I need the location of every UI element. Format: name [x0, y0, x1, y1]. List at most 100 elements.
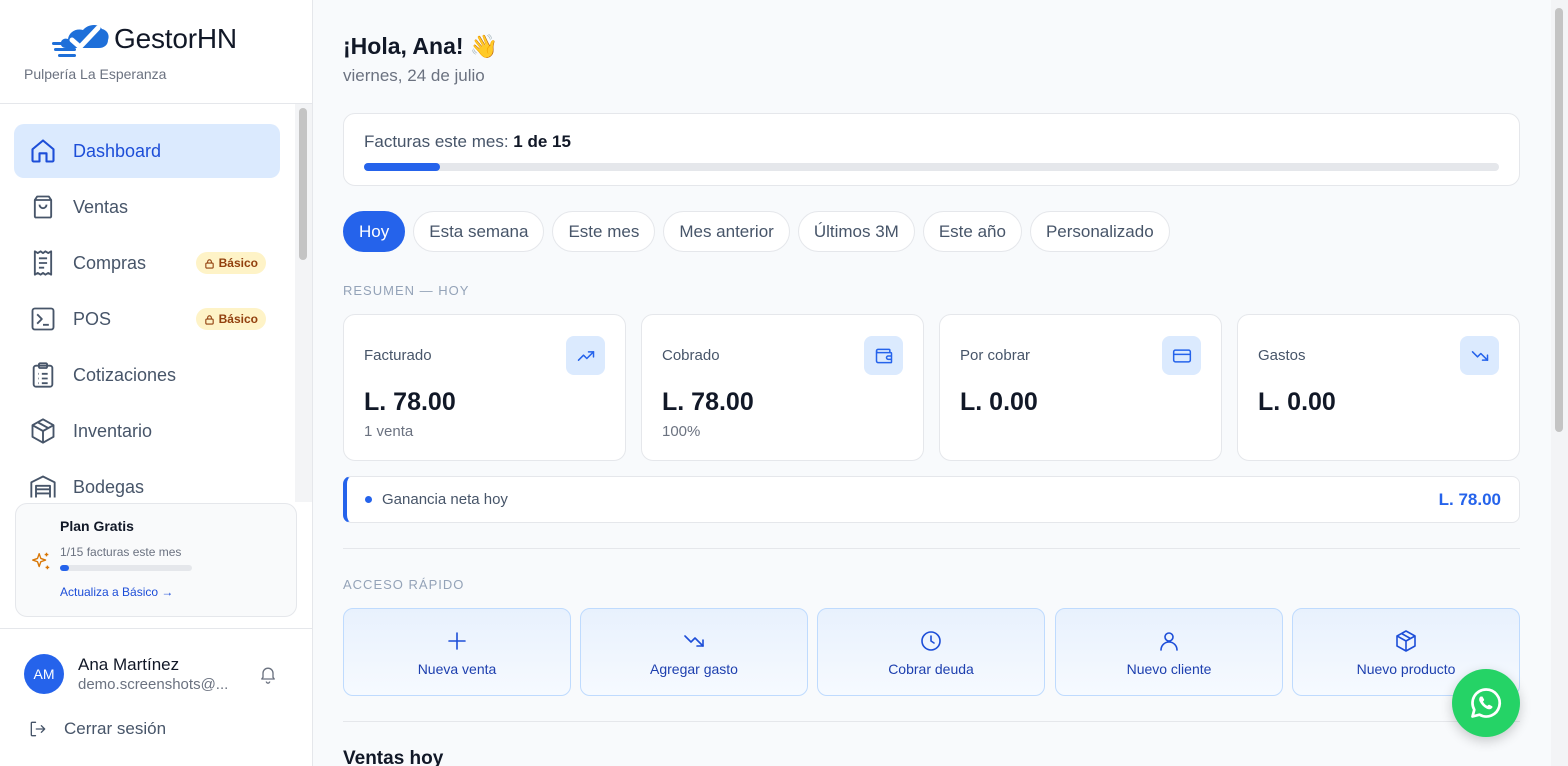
upgrade-link[interactable]: Actualiza a Básico → — [60, 585, 284, 599]
tab-mes-anterior[interactable]: Mes anterior — [663, 211, 790, 252]
net-profit-bar: Ganancia neta hoy L. 78.00 — [343, 476, 1520, 523]
plan-title: Plan Gratis — [60, 518, 134, 534]
business-name: Pulpería La Esperanza — [24, 66, 167, 82]
sidebar-item-pos[interactable]: POS Básico — [14, 292, 280, 346]
plan-progress-fill — [60, 565, 69, 571]
lock-icon — [204, 314, 214, 325]
stat-card-cobrado[interactable]: Cobrado L. 78.00 100% — [641, 314, 924, 461]
sidebar-item-label: POS — [73, 308, 112, 329]
shopping-bag-icon — [28, 192, 58, 222]
clock-icon — [921, 631, 941, 651]
clipboard-list-icon — [28, 360, 58, 390]
stat-value: L. 78.00 — [662, 388, 754, 416]
tab-este-ano[interactable]: Este año — [922, 211, 1022, 252]
brand-name: GestorHN — [114, 23, 237, 54]
plan-badge: Básico — [195, 308, 266, 330]
sidebar-nav: Dashboard Ventas Compras Básico POS Bási… — [0, 104, 296, 502]
lock-icon — [204, 258, 214, 269]
tab-este-mes[interactable]: Este mes — [552, 211, 656, 252]
stat-sub: 100% — [662, 423, 701, 440]
avatar[interactable]: AM — [24, 654, 64, 694]
stat-title: Cobrado — [662, 347, 720, 364]
status-dot — [365, 496, 372, 503]
quick-label: Agregar gasto — [650, 661, 738, 677]
receipt-icon — [28, 248, 58, 278]
page-scrollbar[interactable] — [1551, 0, 1568, 766]
quick-label: Nuevo producto — [1356, 661, 1456, 677]
user-email: demo.screenshots@... — [78, 676, 229, 693]
bell-icon[interactable] — [258, 664, 278, 684]
stat-card-facturado[interactable]: Facturado L. 78.00 1 venta — [343, 314, 626, 461]
sidebar-scrollbar[interactable] — [295, 104, 312, 502]
quick-new-sale-button[interactable]: Nueva venta — [343, 608, 571, 696]
net-profit-label: Ganancia neta hoy — [382, 491, 508, 508]
quick-label: Cobrar deuda — [888, 661, 974, 677]
user-icon — [1160, 632, 1178, 651]
sidebar-item-label: Inventario — [73, 420, 153, 441]
stat-card-gastos[interactable]: Gastos L. 0.00 — [1237, 314, 1520, 461]
stat-title: Por cobrar — [960, 347, 1031, 364]
quick-new-client-button[interactable]: Nuevo cliente — [1055, 608, 1283, 696]
package-icon — [28, 416, 58, 446]
stat-card-por-cobrar[interactable]: Por cobrar L. 0.00 — [939, 314, 1222, 461]
logout-label: Cerrar sesión — [64, 719, 167, 738]
whatsapp-icon — [1471, 688, 1502, 718]
sidebar-scroll-thumb[interactable] — [299, 108, 307, 260]
plan-card: Plan Gratis 1/15 facturas este mes Actua… — [15, 503, 297, 617]
logo-icon — [52, 24, 109, 57]
logo[interactable]: GestorHN — [52, 18, 288, 60]
page-scroll-thumb[interactable] — [1555, 8, 1563, 432]
quota-value: 1 de 15 — [513, 132, 571, 151]
tab-personalizado[interactable]: Personalizado — [1029, 211, 1170, 252]
trending-down-icon — [684, 635, 704, 647]
summary-section-label: RESUMEN — HOY — [343, 283, 470, 298]
badge-label: Básico — [218, 256, 258, 270]
package-icon — [1396, 630, 1416, 652]
sidebar-item-compras[interactable]: Compras Básico — [14, 236, 280, 290]
sidebar-item-label: Compras — [73, 252, 147, 273]
trending-up-icon — [566, 336, 605, 375]
quick-collect-debt-button[interactable]: Cobrar deuda — [817, 608, 1045, 696]
logout-icon — [30, 721, 46, 737]
sidebar-item-bodegas[interactable]: Bodegas — [14, 460, 280, 502]
trending-down-icon — [1460, 336, 1499, 375]
quota-progress-bar — [364, 163, 1499, 171]
home-icon — [28, 136, 58, 166]
plan-progress-bar — [60, 565, 192, 571]
current-date: viernes, 24 de julio — [343, 66, 485, 85]
quick-label: Nueva venta — [417, 661, 497, 677]
brand-header: GestorHN Pulpería La Esperanza — [0, 0, 312, 104]
quota-label: Facturas este mes: — [364, 132, 514, 151]
period-tabs: Hoy Esta semana Este mes Mes anterior Úl… — [343, 211, 1170, 252]
sidebar-item-dashboard[interactable]: Dashboard — [14, 124, 280, 178]
sidebar-item-cotizaciones[interactable]: Cotizaciones — [14, 348, 280, 402]
main-content: ¡Hola, Ana! 👋 viernes, 24 de julio Factu… — [313, 0, 1551, 766]
user-panel: AM Ana Martínez demo.screenshots@... Cer… — [0, 628, 312, 766]
sidebar-item-label: Bodegas — [73, 476, 145, 497]
tab-ultimos-3m[interactable]: Últimos 3M — [797, 211, 915, 252]
sidebar-item-label: Dashboard — [73, 140, 162, 161]
quota-text: Facturas este mes: 1 de 15 — [364, 132, 1499, 152]
divider — [343, 548, 1520, 549]
logout-button[interactable]: Cerrar sesión — [28, 719, 166, 739]
stat-value: L. 0.00 — [960, 388, 1038, 416]
sidebar-item-label: Ventas — [73, 196, 129, 217]
quick-add-expense-button[interactable]: Agregar gasto — [580, 608, 808, 696]
stat-value: L. 0.00 — [1258, 388, 1336, 416]
tab-esta-semana[interactable]: Esta semana — [413, 211, 545, 252]
plan-usage: 1/15 facturas este mes — [60, 545, 182, 559]
terminal-icon — [28, 304, 58, 334]
whatsapp-button[interactable] — [1452, 669, 1520, 737]
sidebar-item-ventas[interactable]: Ventas — [14, 180, 280, 234]
stat-sub: 1 venta — [364, 423, 414, 440]
stat-value: L. 78.00 — [364, 388, 456, 416]
badge-label: Básico — [218, 312, 258, 326]
page-title: ¡Hola, Ana! 👋 — [343, 33, 499, 59]
sidebar: GestorHN Pulpería La Esperanza Dashboard… — [0, 0, 313, 766]
sales-today-title: Ventas hoy — [343, 748, 444, 766]
tab-hoy[interactable]: Hoy — [343, 211, 406, 252]
sparkles-icon — [32, 552, 50, 570]
sidebar-item-inventario[interactable]: Inventario — [14, 404, 280, 458]
plan-badge: Básico — [195, 252, 266, 274]
net-profit-value: L. 78.00 — [1438, 489, 1501, 509]
